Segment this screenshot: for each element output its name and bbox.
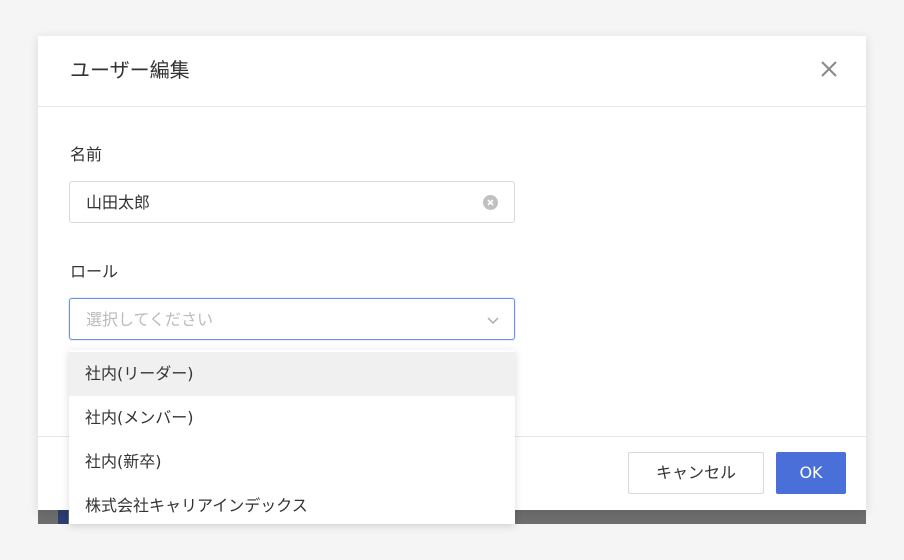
name-input-value: 山田太郎 bbox=[86, 193, 151, 212]
modal-title: ユーザー編集 bbox=[70, 58, 190, 82]
dropdown-option-member[interactable]: 社内(メンバー) bbox=[69, 396, 515, 440]
dropdown-option-company[interactable]: 株式会社キャリアインデックス bbox=[69, 484, 515, 524]
role-label: ロール bbox=[70, 262, 119, 281]
dropdown-option-leader[interactable]: 社内(リーダー) bbox=[69, 352, 515, 396]
close-icon bbox=[821, 61, 837, 77]
name-label: 名前 bbox=[70, 145, 103, 164]
dropdown-option-newgrad[interactable]: 社内(新卒) bbox=[69, 440, 515, 484]
ok-button[interactable]: OK bbox=[776, 452, 846, 494]
close-button[interactable] bbox=[818, 58, 840, 80]
role-select-placeholder: 選択してください bbox=[86, 310, 214, 329]
chevron-down-icon bbox=[487, 317, 499, 325]
cancel-button[interactable]: キャンセル bbox=[628, 452, 764, 494]
screen: ユーザー編集 名前 山田太郎 ロール 選択してください キャンセル OK 社内(… bbox=[0, 0, 904, 560]
name-input[interactable]: 山田太郎 bbox=[69, 181, 515, 223]
role-select[interactable]: 選択してください bbox=[69, 298, 515, 340]
role-dropdown-menu: 社内(リーダー) 社内(メンバー) 社内(新卒) 株式会社キャリアインデックス bbox=[69, 350, 515, 524]
backdrop-accent bbox=[58, 510, 68, 524]
modal-header: ユーザー編集 bbox=[38, 36, 866, 107]
clear-circle-icon[interactable] bbox=[483, 195, 498, 210]
